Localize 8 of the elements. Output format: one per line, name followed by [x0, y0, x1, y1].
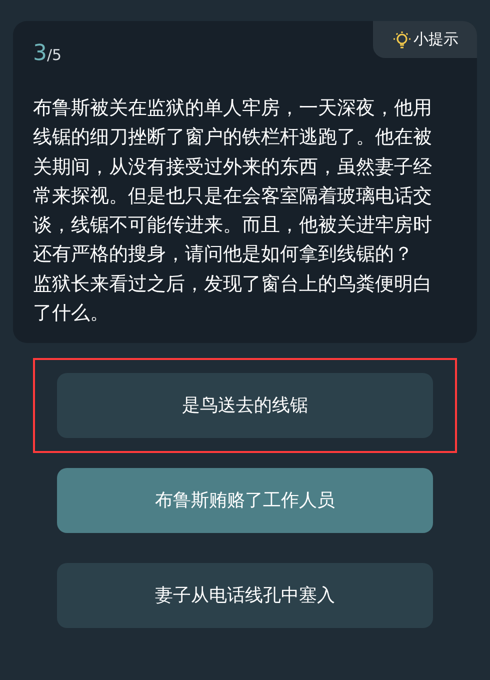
question-text: 布鲁斯被关在监狱的单人牢房，一天深夜，他用线锯的细刀挫断了窗户的铁栏杆逃跑了。他在被关期间，从没有接受过外来的东西，虽然妻子经常来探视。但是也只是在会客室隔着玻璃电话交谈，线锯不可能传进来。而且，他被关进牢房时还有严格的搜身，请问他是如何拿到线锯的？: [33, 96, 433, 268]
question-text: 监狱长来看过之后，发现了窗台上的鸟粪便明白了什么。: [33, 272, 433, 326]
hint-button[interactable]: 小提示: [373, 21, 477, 58]
question-counter: 3/5: [33, 40, 62, 68]
answer-option[interactable]: 布鲁斯贿赂了工作人员: [57, 468, 433, 533]
answer-option[interactable]: 妻子从电话线孔中塞入: [57, 563, 433, 628]
light-bulb-icon: [392, 30, 412, 50]
answer-option[interactable]: 是鸟送去的线锯: [57, 373, 433, 438]
